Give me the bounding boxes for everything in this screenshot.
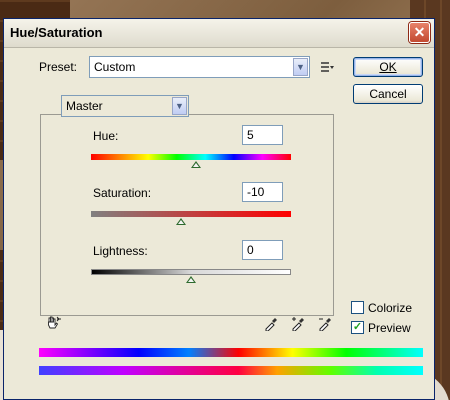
eyedropper-plus-icon[interactable] — [290, 315, 306, 331]
colorize-checkbox[interactable] — [351, 301, 364, 314]
eyedropper-minus-icon[interactable] — [317, 315, 333, 331]
close-icon: ✕ — [413, 24, 426, 40]
dialog-title: Hue/Saturation — [10, 25, 103, 40]
eyedropper-icon[interactable] — [263, 315, 279, 331]
preset-label: Preset: — [39, 60, 78, 74]
output-color-ramp — [39, 366, 423, 375]
preset-value: Custom — [94, 60, 136, 74]
saturation-slider-track[interactable] — [91, 211, 291, 217]
hue-input[interactable]: 5 — [242, 125, 283, 145]
lightness-input[interactable]: 0 — [242, 240, 283, 260]
preset-select[interactable]: Custom ▼ — [89, 56, 310, 78]
preview-checkbox[interactable]: ✓ — [351, 321, 364, 334]
saturation-label: Saturation: — [93, 186, 152, 200]
input-color-ramp — [39, 348, 423, 357]
hue-slider-thumb[interactable] — [191, 161, 201, 168]
lightness-slider-track[interactable] — [91, 269, 291, 275]
cancel-button[interactable]: Cancel — [353, 84, 423, 104]
ok-button[interactable]: OK — [353, 57, 423, 77]
chevron-down-icon[interactable]: ▼ — [293, 58, 308, 76]
saturation-slider-thumb[interactable] — [176, 218, 186, 225]
targeted-adjustment-hand-icon[interactable] — [44, 315, 62, 333]
saturation-input[interactable]: -10 — [242, 182, 283, 202]
check-icon: ✓ — [352, 321, 363, 333]
hue-label: Hue: — [93, 129, 119, 143]
cancel-button-label: Cancel — [369, 87, 407, 101]
hue-slider-track[interactable] — [91, 154, 291, 160]
lightness-label: Lightness: — [93, 244, 148, 258]
channel-select[interactable]: Master ▼ — [61, 95, 189, 117]
hue-saturation-dialog: Hue/Saturation ✕ Preset: Custom ▼ OK Can… — [3, 18, 435, 400]
title-bar[interactable]: Hue/Saturation ✕ — [4, 19, 434, 48]
close-button[interactable]: ✕ — [409, 22, 430, 43]
preview-label: Preview — [368, 321, 411, 335]
chevron-down-icon[interactable]: ▼ — [172, 97, 187, 115]
lightness-slider-thumb[interactable] — [186, 276, 196, 283]
ok-button-label: OK — [379, 60, 397, 74]
channel-value: Master — [66, 99, 103, 113]
colorize-label: Colorize — [368, 301, 413, 315]
preset-options-icon[interactable] — [320, 60, 334, 74]
